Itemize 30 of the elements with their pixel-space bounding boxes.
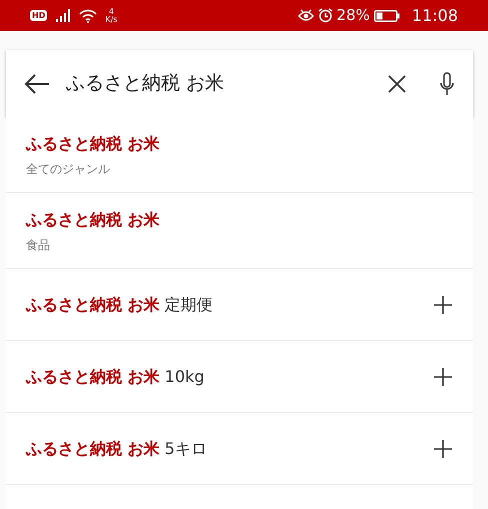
alarm-icon [318, 8, 333, 23]
plus-icon[interactable] [433, 366, 453, 386]
search-bar[interactable]: ふるさと納税 お米 [6, 50, 473, 117]
suggestion-text: ふるさと納税 お米 [26, 132, 161, 154]
suggestion-category: 食品 [26, 236, 51, 254]
wifi-icon [79, 8, 98, 22]
signal-icon [55, 9, 72, 22]
battery-percent: 28% [336, 5, 370, 26]
suggestion-text: ふるさと納税 お米 5キロ [26, 438, 208, 460]
suggestion-text: ふるさと納税 お米 [26, 208, 161, 230]
battery-icon [374, 10, 400, 22]
suggestion-item[interactable]: ふるさと納税 お米 全てのジャンル [6, 117, 473, 193]
microphone-icon[interactable] [439, 72, 455, 96]
plus-icon[interactable] [433, 294, 453, 314]
suggestion-category: 全てのジャンル [26, 160, 111, 178]
suggestion-text: ふるさと納税 お米 10kg [26, 366, 206, 388]
hd-icon: HD [30, 10, 48, 21]
network-speed-unit: K/s [105, 16, 118, 24]
suggestion-item[interactable]: ふるさと納税 お米 食品 [6, 193, 473, 269]
search-field[interactable]: ふるさと納税 お米 [66, 69, 347, 98]
eye-icon [298, 8, 314, 22]
suggestion-item[interactable]: ふるさと納税 お米 定期便 [6, 269, 473, 341]
suggestion-text: ふるさと納税 お米 定期便 [26, 294, 214, 316]
clear-icon[interactable] [387, 74, 407, 94]
plus-icon[interactable] [433, 438, 453, 458]
back-arrow-icon[interactable] [24, 74, 50, 94]
suggestion-item[interactable]: ふるさと納税 お米 5キロ [6, 413, 473, 485]
network-speed: 4 [108, 8, 115, 16]
clock: 11:08 [412, 4, 458, 26]
suggestion-item[interactable]: ふるさと納税 お米 10kg [6, 341, 473, 413]
